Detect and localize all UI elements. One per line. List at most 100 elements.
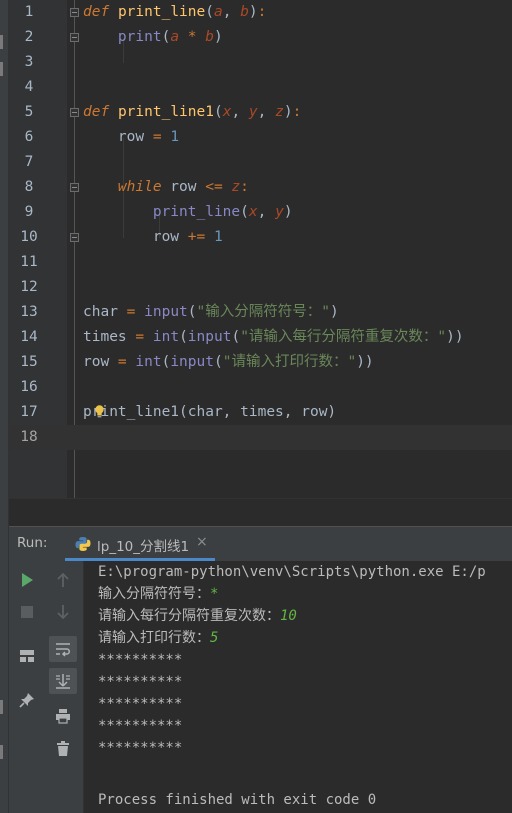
code-line[interactable]: 17 print_line1(char, times, row) [9, 400, 512, 425]
line-number: 18 [20, 429, 38, 445]
run-config-tab[interactable]: lp_10_分割线1 × [65, 527, 215, 561]
code-token: row [83, 129, 153, 145]
code-token: : [257, 4, 267, 20]
console-line: ********** [98, 649, 182, 671]
code-token: ) [213, 29, 223, 45]
code-text: times = int(input("请输入每行分隔符重复次数：")) [83, 325, 464, 350]
run-toolbar-primary [9, 561, 43, 813]
code-text: def print_line1(x, y, z): [83, 100, 301, 125]
scroll-to-end-button[interactable] [49, 668, 77, 694]
strip-marker [0, 745, 3, 759]
print-button[interactable] [49, 703, 77, 729]
code-line[interactable]: 14 times = int(input("请输入每行分隔符重复次数：")) [9, 325, 512, 350]
run-tab-label: lp_10_分割线1 [97, 539, 190, 555]
strip-marker [0, 62, 3, 76]
python-icon [75, 537, 91, 551]
code-token: 1 [170, 129, 180, 145]
code-token: )) [356, 354, 374, 370]
code-token: ) [248, 4, 258, 20]
user-input-text: 5 [210, 630, 219, 646]
console-line: E:\program-python\venv\Scripts\python.ex… [98, 561, 486, 583]
code-token: ) [283, 204, 293, 220]
line-number: 8 [24, 179, 34, 195]
code-line[interactable]: 6 row = 1 [9, 125, 512, 150]
clear-all-button[interactable] [49, 736, 77, 762]
pin-tab-button[interactable] [13, 687, 41, 713]
user-input-text: * [210, 586, 219, 602]
code-token: ( [179, 329, 188, 345]
code-line[interactable]: 9 print_line(x, y) [9, 200, 512, 225]
code-token: print_line [117, 4, 206, 20]
code-line[interactable]: 15 row = int(input("请输入打印行数：")) [9, 350, 512, 375]
code-token: input [144, 304, 188, 320]
layout-button[interactable] [13, 643, 41, 669]
line-number: 3 [24, 54, 34, 70]
fold-marker-icon[interactable] [70, 33, 79, 42]
code-token: z [231, 179, 241, 195]
code-token: <= [205, 179, 223, 195]
code-token: a [170, 29, 180, 45]
code-token: input [187, 329, 232, 345]
code-editor[interactable]: 1 def print_line(a, b): 2 print(a * b) 3 4 5 d… [9, 0, 512, 498]
layout-icon [20, 650, 34, 662]
code-line[interactable]: 10 row += 1 [9, 225, 512, 250]
code-token: "请输入打印行数：" [222, 354, 357, 370]
console-line: 请输入每行分隔符重复次数：10 [98, 605, 297, 627]
output-text: ********** [98, 652, 183, 668]
console-line: ********** [98, 671, 182, 693]
line-number: 6 [24, 129, 34, 145]
code-token: "输入分隔符符号：" [196, 304, 330, 320]
soft-wrap-button[interactable] [49, 636, 77, 662]
code-line[interactable]: 18 [9, 425, 512, 450]
line-number: 11 [20, 254, 38, 270]
stop-button[interactable] [13, 599, 41, 625]
code-line[interactable]: 5 def print_line1(x, y, z): [9, 100, 512, 125]
fold-marker-icon[interactable] [70, 183, 79, 192]
code-token: ( [240, 204, 249, 220]
code-token: )) [446, 329, 464, 345]
console-line: Process finished with exit code 0 [98, 789, 376, 811]
code-token: , [257, 104, 276, 120]
console-output[interactable]: E:\program-python\venv\Scripts\python.ex… [84, 561, 512, 813]
line-number: 14 [20, 329, 38, 345]
code-line[interactable]: 12 [9, 275, 512, 300]
up-arrow-icon [57, 572, 69, 587]
editor-bottom-area [9, 498, 512, 527]
code-text: row += 1 [83, 225, 223, 250]
code-text: row = 1 [83, 125, 179, 150]
soft-wrap-icon [56, 643, 70, 657]
line-number: 16 [20, 379, 38, 395]
code-text: print_line1(char, times, row) [83, 400, 336, 425]
code-line[interactable]: 8 while row <= z: [9, 175, 512, 200]
scroll-up-button[interactable] [49, 567, 77, 593]
code-token: y [248, 104, 258, 120]
fold-marker-icon[interactable] [70, 108, 79, 117]
code-text: char = input("输入分隔符符号：") [83, 300, 339, 325]
scroll-down-button[interactable] [49, 599, 77, 625]
run-button[interactable] [13, 567, 41, 593]
code-token: b [240, 4, 249, 20]
code-line[interactable]: 4 [9, 75, 512, 100]
output-text: ********** [98, 740, 183, 756]
code-line[interactable]: 13 char = input("输入分隔符符号：") [9, 300, 512, 325]
code-token: ) [329, 304, 339, 320]
code-line[interactable]: 16 [9, 375, 512, 400]
code-token: ( [213, 104, 223, 120]
fold-marker-icon[interactable] [70, 8, 79, 17]
close-icon[interactable]: × [196, 534, 208, 550]
code-line[interactable]: 11 [9, 250, 512, 275]
code-token: ( [187, 304, 197, 320]
code-line[interactable]: 2 print(a * b) [9, 25, 512, 50]
code-line[interactable]: 3 [9, 50, 512, 75]
code-line[interactable]: 1 def print_line(a, b): [9, 0, 512, 25]
lightbulb-icon[interactable] [94, 405, 105, 418]
user-input-text: 10 [280, 608, 297, 624]
code-token: print_line1(char, times, row) [83, 404, 337, 420]
fold-marker-icon[interactable] [70, 233, 79, 242]
console-line: ********** [98, 715, 182, 737]
output-text: ********** [98, 696, 183, 712]
code-token: char [83, 304, 127, 320]
code-line[interactable]: 7 [9, 150, 512, 175]
code-token: z [275, 104, 284, 120]
